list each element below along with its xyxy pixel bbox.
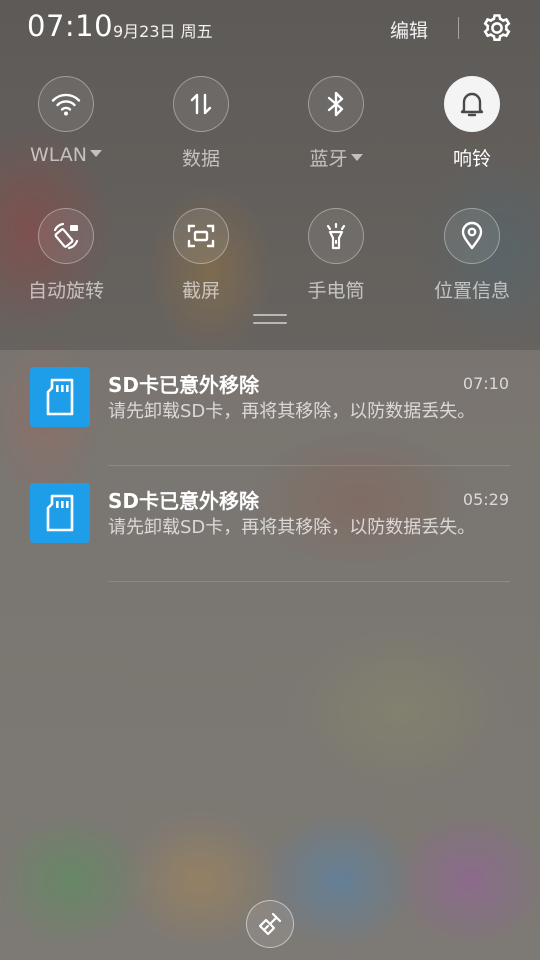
mobile-data-icon[interactable]	[173, 76, 229, 132]
chevron-down-icon[interactable]	[90, 150, 103, 157]
tile-bluetooth-label: 蓝牙	[286, 144, 386, 171]
clear-all-broom-icon[interactable]	[246, 900, 294, 948]
tile-flashlight[interactable]: 手电筒	[286, 208, 386, 303]
notification-title: SD卡已意外移除	[108, 489, 260, 513]
notification-title: SD卡已意外移除	[108, 373, 260, 397]
tile-ring[interactable]: 响铃	[422, 76, 522, 171]
tile-flashlight-label: 手电筒	[307, 280, 365, 302]
tile-auto-rotate-label: 自动旋转	[27, 280, 104, 302]
sd-card-icon	[30, 483, 90, 543]
tile-location-label: 位置信息	[433, 280, 510, 302]
notification-time: 07:10	[462, 374, 509, 393]
chevron-down-icon[interactable]	[350, 154, 363, 161]
sd-card-icon	[30, 367, 90, 427]
tile-wlan-label: WLAN	[16, 144, 116, 166]
header-divider	[458, 17, 459, 39]
panel-drag-handle[interactable]	[253, 314, 287, 328]
notification-item[interactable]: SD卡已意外移除 07:10 请先卸载SD卡，再将其移除，以防数据丢失。	[0, 350, 540, 466]
tile-wlan[interactable]: WLAN	[16, 76, 116, 166]
tile-ring-label: 响铃	[452, 148, 491, 170]
wifi-icon[interactable]	[38, 76, 94, 132]
bluetooth-icon[interactable]	[308, 76, 364, 132]
notification-body: 请先卸载SD卡，再将其移除，以防数据丢失。	[108, 517, 476, 538]
date-label: 9月23日 周五	[113, 22, 213, 41]
notification-divider	[108, 581, 510, 582]
tile-location[interactable]: 位置信息	[422, 208, 522, 303]
tile-mobile-data-label: 数据	[181, 148, 220, 170]
flashlight-icon[interactable]	[308, 208, 364, 264]
screenshot-icon[interactable]	[173, 208, 229, 264]
notification-item[interactable]: SD卡已意外移除 05:29 请先卸载SD卡，再将其移除，以防数据丢失。	[0, 466, 540, 582]
tile-mobile-data[interactable]: 数据	[151, 76, 251, 171]
edit-button[interactable]: 编辑	[390, 16, 428, 43]
tile-bluetooth[interactable]: 蓝牙	[286, 76, 386, 171]
location-icon[interactable]	[444, 208, 500, 264]
notification-body: 请先卸载SD卡，再将其移除，以防数据丢失。	[108, 401, 476, 422]
tile-screenshot[interactable]: 截屏	[151, 208, 251, 303]
bell-icon[interactable]	[444, 76, 500, 132]
clock-time: 07:10	[27, 9, 114, 43]
gear-icon[interactable]	[481, 12, 513, 44]
tile-screenshot-label: 截屏	[181, 280, 220, 302]
auto-rotate-icon[interactable]	[38, 208, 94, 264]
status-header: 07:10 9月23日 周五 编辑	[0, 0, 540, 56]
notification-time: 05:29	[462, 490, 509, 509]
tile-auto-rotate[interactable]: 自动旋转	[16, 208, 116, 303]
